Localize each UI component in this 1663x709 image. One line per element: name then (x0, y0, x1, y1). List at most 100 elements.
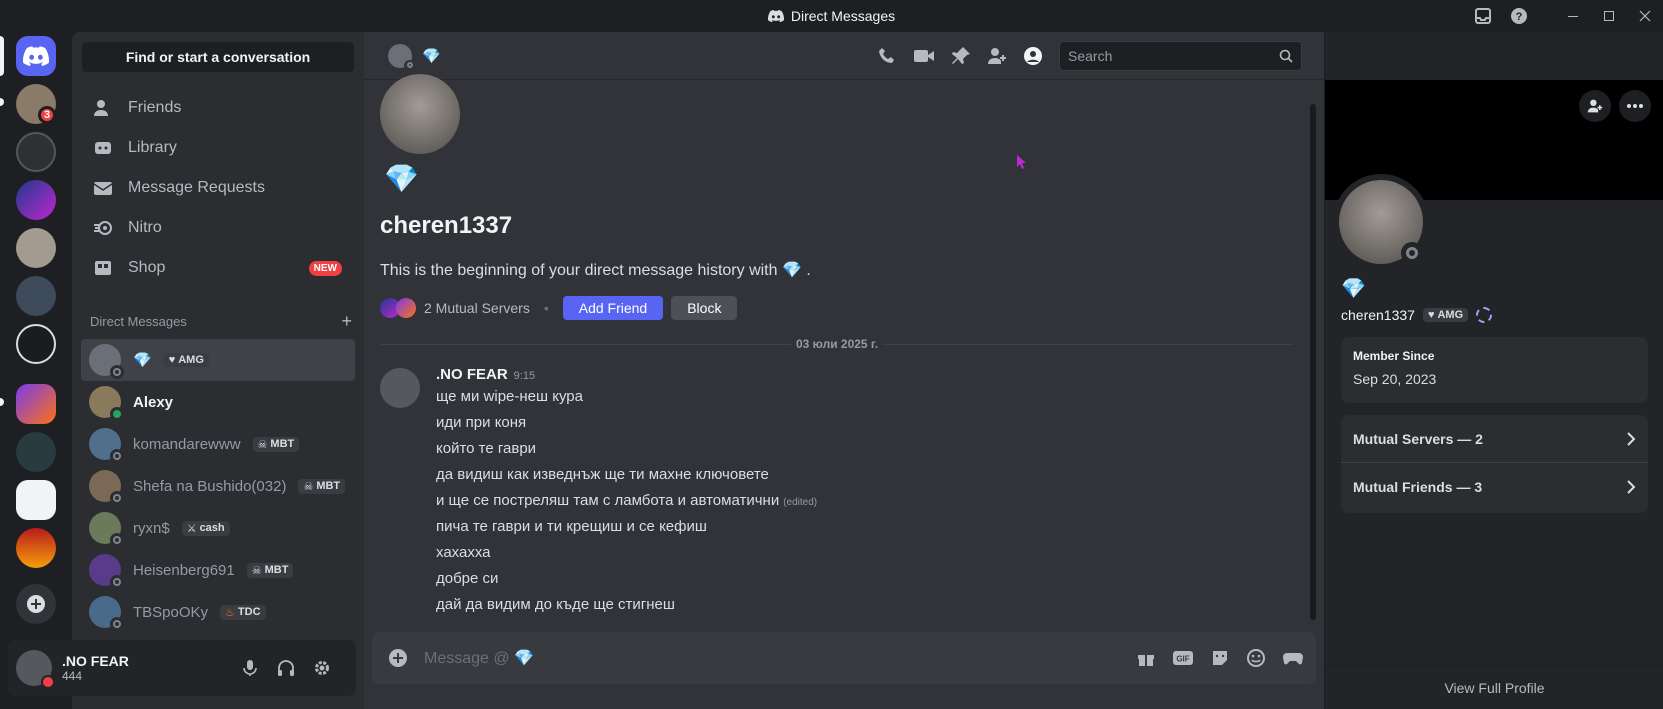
chat-scrollbar[interactable] (1310, 104, 1316, 620)
edited-label: (edited) (783, 497, 818, 508)
server-icon[interactable] (16, 228, 56, 268)
minimize-button[interactable] (1555, 0, 1591, 32)
search-placeholder: Search (1068, 48, 1113, 64)
header-name[interactable]: 💎 (422, 47, 441, 65)
add-friend-profile-button[interactable] (1579, 90, 1611, 122)
gift-icon[interactable] (1136, 648, 1156, 668)
message-composer[interactable]: Message @ 💎 GIF (372, 632, 1316, 684)
message-line: който те гаври (436, 440, 537, 457)
avatar (89, 554, 124, 589)
svg-text:GIF: GIF (1176, 655, 1189, 664)
dm-header: Direct Messages + (90, 312, 352, 330)
plus-icon (27, 595, 45, 613)
block-button[interactable]: Block (671, 296, 738, 320)
close-window-button[interactable] (1627, 0, 1663, 32)
gamepad-icon[interactable] (1282, 648, 1304, 668)
server-icon[interactable] (16, 384, 56, 424)
message-avatar[interactable] (380, 368, 420, 408)
server-icon[interactable] (16, 324, 56, 364)
gif-icon[interactable]: GIF (1172, 648, 1194, 668)
message-line: иди при коня (436, 414, 527, 431)
dm-sidebar: Find or start a conversation Friends Lib… (72, 32, 364, 709)
unread-pill (0, 398, 4, 406)
server-icon[interactable] (16, 432, 56, 472)
upload-plus-icon[interactable] (388, 648, 408, 668)
author-name[interactable]: .NO FEAR (436, 366, 508, 383)
dm-item[interactable]: TBSpoOKy ♨ TDC (81, 591, 355, 633)
server-icon[interactable] (16, 276, 56, 316)
find-conversation-button[interactable]: Find or start a conversation (82, 42, 354, 72)
dm-name: Alexy (133, 393, 174, 411)
add-friend-button[interactable]: Add Friend (562, 296, 664, 320)
add-friend-icon (1587, 99, 1603, 113)
unread-pill (0, 98, 4, 106)
nav-label: Shop (128, 259, 166, 276)
dm-name: 💎 (133, 352, 152, 369)
user-profile-icon[interactable] (1023, 46, 1043, 66)
active-server-pill (0, 36, 4, 76)
add-member-icon[interactable] (987, 46, 1007, 66)
discord-logo-icon (767, 10, 784, 22)
intro-name: cheren1337 (380, 212, 513, 239)
microphone-icon (243, 660, 257, 676)
mutual-servers-row[interactable]: Mutual Servers — 2 (1341, 415, 1648, 463)
member-since-label: Member Since (1353, 349, 1435, 363)
library-icon (95, 142, 111, 154)
server-icon[interactable] (16, 180, 56, 220)
add-server-button[interactable] (16, 584, 56, 624)
mutual-servers-link[interactable]: 2 Mutual Servers (424, 300, 530, 316)
guild-tag: ♥ AMG (163, 353, 209, 367)
dm-item[interactable]: Heisenberg691 ☠ MBT (81, 549, 355, 591)
dm-item[interactable]: Alexy (81, 381, 355, 423)
pin-icon[interactable] (951, 46, 971, 66)
server-icon[interactable] (16, 528, 56, 568)
nitro-badge-icon[interactable] (1476, 307, 1493, 323)
skull-icon: ☠ (251, 564, 262, 577)
nav-message-requests[interactable]: Message Requests (82, 168, 354, 208)
dm-item[interactable]: 💎 ♥ AMG (81, 339, 355, 381)
help-button[interactable]: ? (1501, 0, 1537, 32)
search-input[interactable]: Search (1059, 41, 1302, 71)
nav-nitro[interactable]: Nitro (82, 208, 354, 248)
message-line: пича те гаври и ти крещиш и се кефиш (436, 518, 707, 535)
dm-name: TBSpoOKy (133, 603, 209, 621)
header-avatar[interactable] (388, 43, 415, 71)
discord-logo-icon (23, 46, 49, 66)
server-icon[interactable] (16, 480, 56, 520)
nav-friends[interactable]: Friends (82, 88, 354, 128)
mutual-friends-row[interactable]: Mutual Friends — 3 (1341, 463, 1648, 511)
nav-shop[interactable]: Shop NEW (82, 248, 354, 288)
date-divider: 03 юли 2025 г. (380, 337, 1294, 351)
profile-emoji: 💎 (1341, 278, 1366, 300)
dm-item[interactable]: Shefa na Bushido(032) ☠ MBT (81, 465, 355, 507)
user-avatar[interactable] (16, 650, 55, 689)
maximize-button[interactable] (1591, 0, 1627, 32)
mute-button[interactable] (232, 650, 268, 686)
intro-emoji: 💎 (384, 163, 419, 194)
deafen-button[interactable] (268, 650, 304, 686)
voice-call-icon[interactable] (877, 46, 897, 66)
nav-library[interactable]: Library (82, 128, 354, 168)
search-icon (1279, 49, 1293, 63)
svg-text:?: ? (1516, 11, 1523, 23)
settings-button[interactable] (304, 650, 340, 686)
dm-item[interactable]: ryxn$ ⚔ cash (81, 507, 355, 549)
more-options-button[interactable] (1619, 90, 1651, 122)
dm-item[interactable]: komandarewww ☠ MBT (81, 423, 355, 465)
mutual-server-icons (380, 298, 416, 318)
envelope-icon (93, 182, 113, 195)
video-call-icon[interactable] (913, 46, 935, 66)
view-full-profile-button[interactable]: View Full Profile (1325, 665, 1663, 709)
chat-area: 💎 Search 💎 cheren1337 This is the beginn… (364, 32, 1324, 709)
sticker-icon[interactable] (1210, 648, 1230, 668)
home-button[interactable] (16, 36, 56, 76)
inbox-button[interactable] (1465, 0, 1501, 32)
emoji-icon[interactable] (1246, 648, 1266, 668)
server-icon[interactable] (16, 132, 56, 172)
intro-avatar (380, 74, 460, 154)
create-dm-button[interactable]: + (341, 312, 352, 330)
separator-dot: • (543, 300, 549, 316)
avatar (89, 512, 124, 547)
mention-badge: 3 (38, 106, 56, 124)
profile-name-row: cheren1337 ♥ AMG (1341, 307, 1493, 323)
